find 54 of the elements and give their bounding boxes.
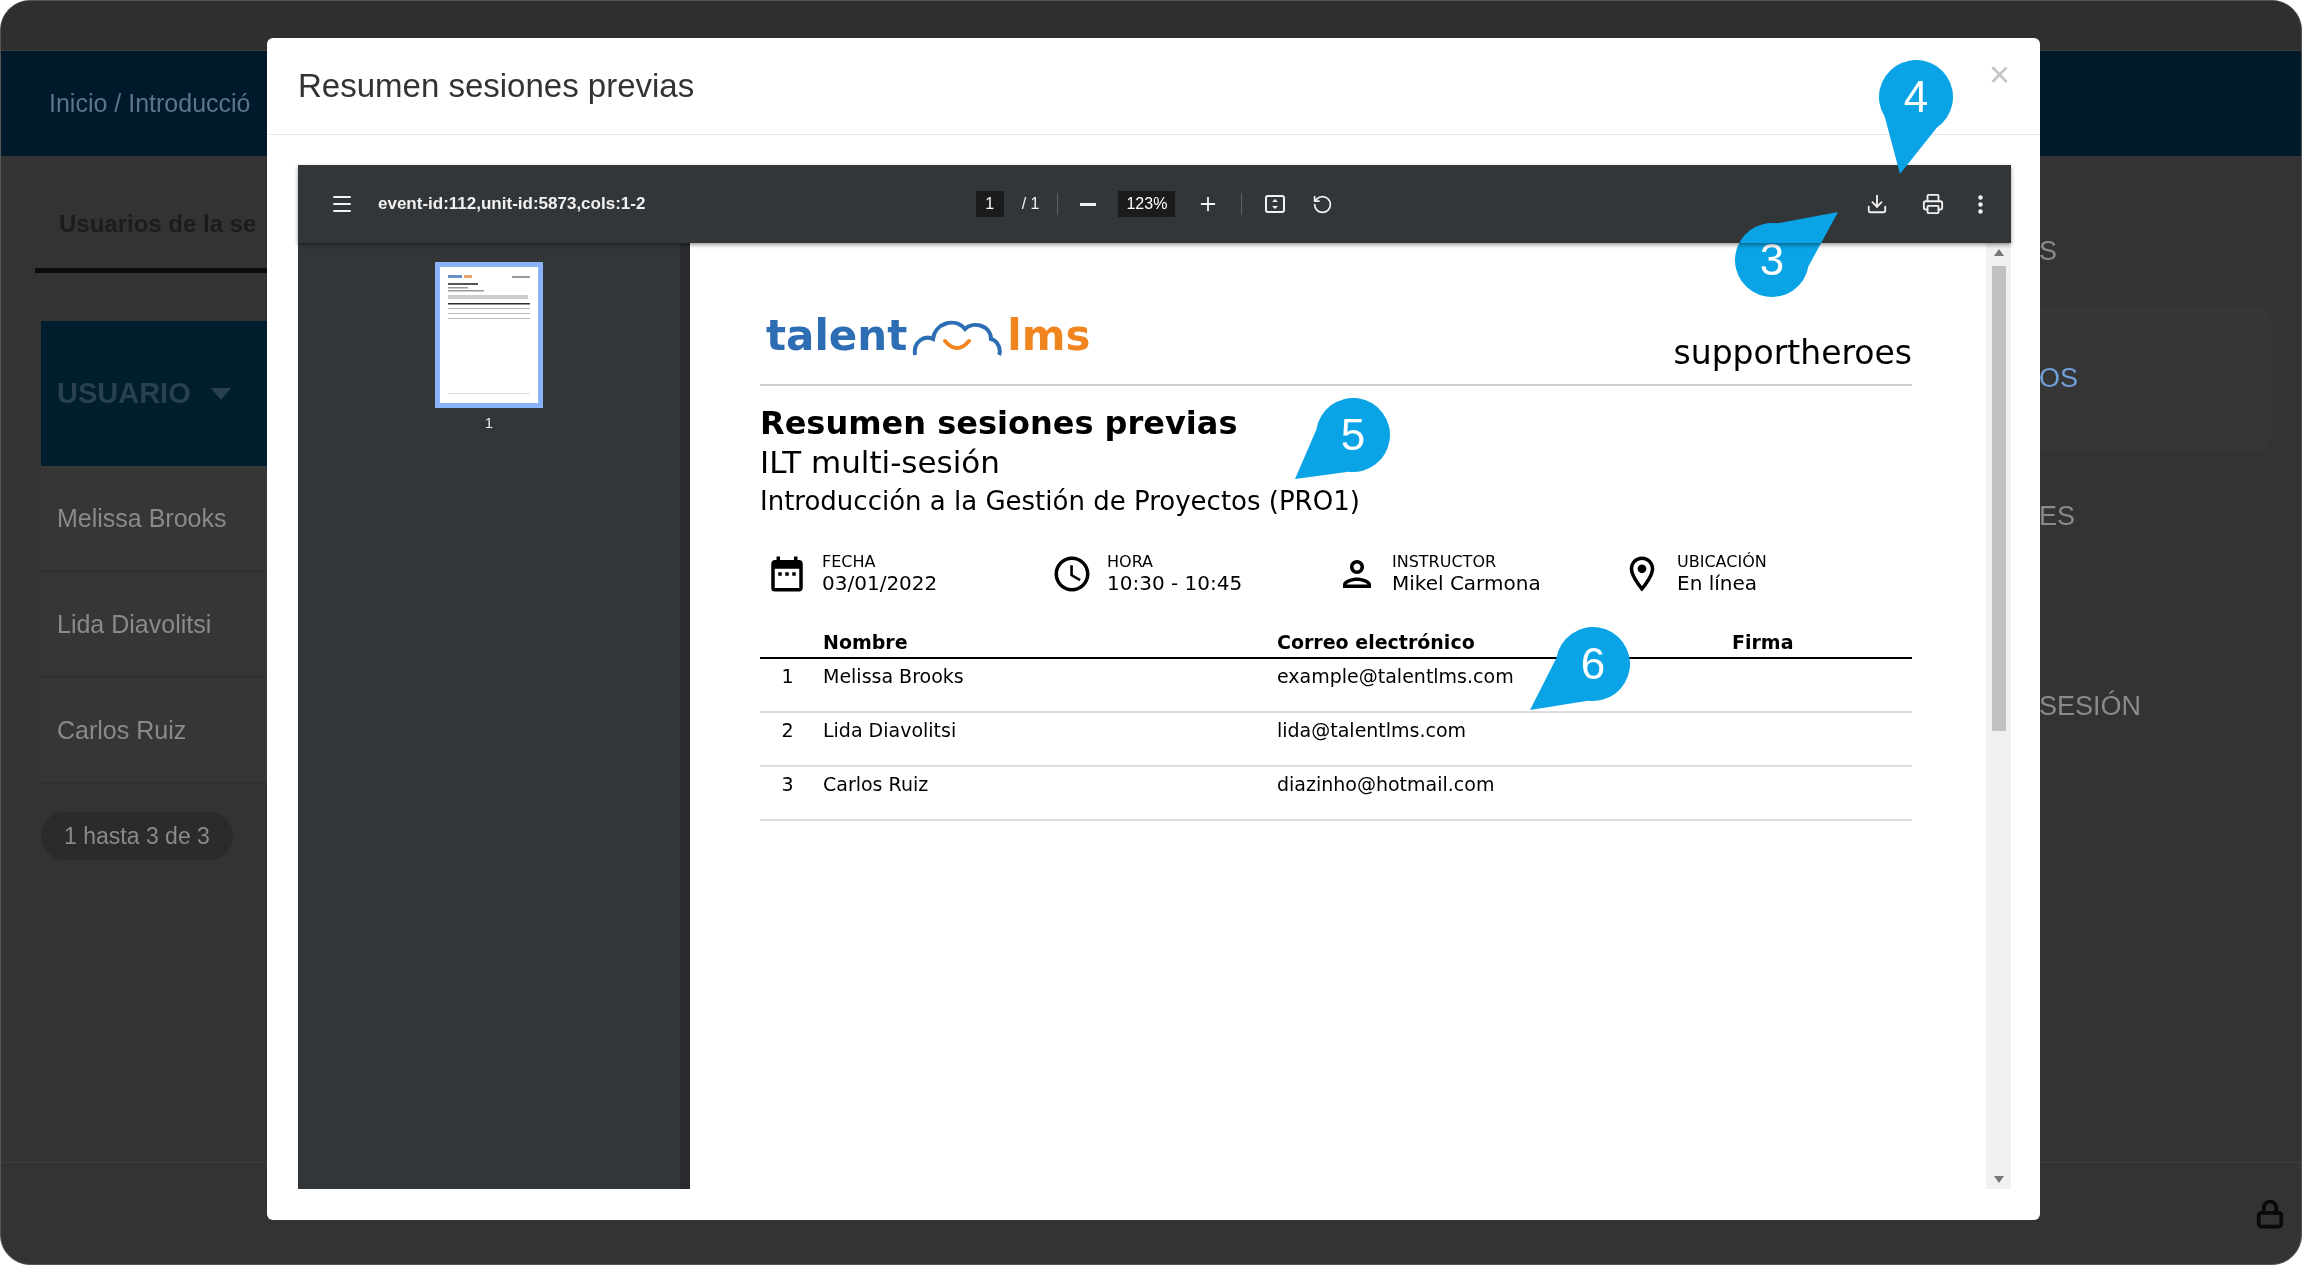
logo-text: lms bbox=[1007, 311, 1091, 360]
page-total: / 1 bbox=[1021, 195, 1040, 213]
more-options-icon bbox=[1978, 194, 1983, 214]
account-name: supportheroes bbox=[1673, 333, 1912, 372]
callout-marker: 3 bbox=[1735, 212, 1838, 297]
info-label: UBICACIÓN bbox=[1677, 552, 1767, 571]
thumbnail-label: 1 bbox=[484, 414, 494, 431]
course-name: Introducción a la Gestión de Proyectos (PRO1) bbox=[760, 486, 1361, 516]
column-header: Correo electrónico bbox=[1277, 631, 1475, 653]
download-icon bbox=[1866, 193, 1888, 215]
info-value: Mikel Carmona bbox=[1392, 571, 1541, 595]
info-label: HORA bbox=[1107, 552, 1155, 571]
scrollbar[interactable] bbox=[1986, 243, 2011, 1189]
minus-icon bbox=[1080, 202, 1097, 206]
info-value: En línea bbox=[1677, 571, 1759, 595]
column-header: Nombre bbox=[823, 631, 908, 653]
zoom-field[interactable]: 123% bbox=[1118, 191, 1176, 217]
page-number-field[interactable]: 1 bbox=[975, 191, 1004, 217]
file-name: event-id:112,unit-id:5873,cols:1-2 bbox=[378, 194, 646, 214]
table-cell: Carlos Ruiz bbox=[823, 773, 929, 795]
table-cell: Lida Diavolitsi bbox=[823, 719, 957, 741]
row-number: 3 bbox=[781, 773, 794, 795]
pagination-badge: 1 hasta 3 de 3 bbox=[41, 812, 233, 860]
info-value: 10:30 - 10:45 bbox=[1107, 571, 1243, 595]
info-label: INSTRUCTOR bbox=[1392, 552, 1498, 571]
scroll-up-icon[interactable] bbox=[1993, 249, 2004, 256]
scroll-down-icon[interactable] bbox=[1993, 1176, 2004, 1183]
row-number: 1 bbox=[781, 665, 794, 687]
row-number: 2 bbox=[781, 719, 794, 741]
breadcrumb: Inicio / Introducció bbox=[49, 89, 251, 118]
user-name: Lida Diavolitsi bbox=[57, 609, 212, 639]
modal-title: Resumen sesiones previas bbox=[298, 67, 695, 105]
logo-text: talent bbox=[766, 311, 908, 360]
callout-marker: 4 bbox=[1879, 60, 1953, 174]
callout-marker: 5 bbox=[1295, 398, 1390, 479]
table-cell: diazinho@hotmail.com bbox=[1277, 773, 1495, 795]
document-subtitle: ILT multi-sesión bbox=[760, 444, 1001, 480]
info-label: FECHA bbox=[822, 552, 877, 571]
side-menu-item[interactable]: SESIÓN bbox=[2039, 581, 2271, 831]
fit-page-icon bbox=[1264, 193, 1287, 215]
rotate-icon bbox=[1312, 193, 1334, 215]
info-value: 03/01/2022 bbox=[822, 571, 938, 595]
side-menu-item[interactable]: ES bbox=[2039, 451, 2271, 581]
table-cell: example@talentlms.com bbox=[1277, 665, 1514, 687]
user-name: Carlos Ruiz bbox=[57, 715, 187, 745]
caret-icon bbox=[210, 387, 231, 400]
side-menu-item[interactable]: S bbox=[2039, 196, 2271, 306]
table-cell: lida@talentlms.com bbox=[1277, 719, 1467, 741]
document-title: Resumen sesiones previas bbox=[760, 404, 1238, 442]
column-header: Firma bbox=[1732, 631, 1794, 653]
callout-marker: 6 bbox=[1530, 627, 1630, 710]
table-cell: Melissa Brooks bbox=[823, 665, 964, 687]
print-icon bbox=[1922, 193, 1944, 215]
user-name: Melissa Brooks bbox=[57, 503, 227, 533]
